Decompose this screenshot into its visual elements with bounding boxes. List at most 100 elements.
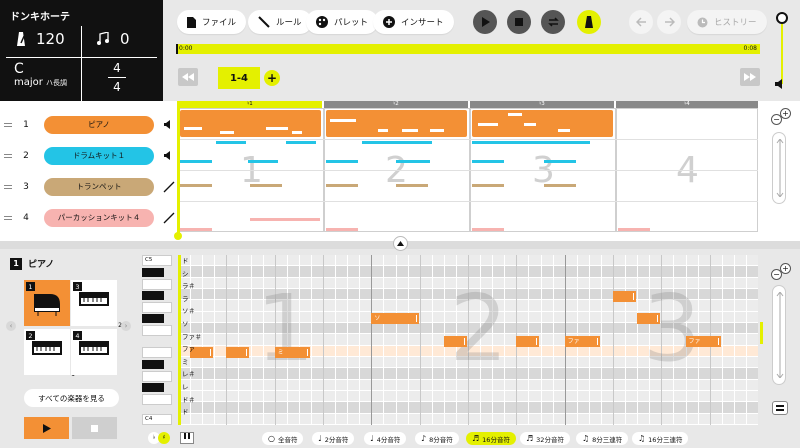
playhead-handle[interactable] — [174, 232, 182, 240]
track-instrument-button[interactable]: トランペット — [44, 177, 154, 196]
play-button[interactable] — [473, 10, 497, 34]
fast-forward-button[interactable] — [740, 68, 760, 86]
roll-note[interactable] — [516, 335, 540, 347]
track-row-1[interactable]: 1 ピアノ — [0, 109, 178, 140]
tiles-next-icon[interactable]: › — [121, 321, 131, 331]
loop-button[interactable] — [541, 10, 565, 34]
note-length-button[interactable]: ♬ 16分音符 — [466, 432, 516, 445]
bar-header-2[interactable]: ♮2 — [324, 101, 468, 108]
history-button[interactable]: ヒストリー — [687, 10, 767, 34]
playhead[interactable] — [177, 101, 180, 238]
key-selector[interactable]: C major ハ長調 — [14, 62, 67, 88]
stop-button[interactable] — [507, 10, 531, 34]
drag-handle-icon[interactable] — [4, 183, 12, 191]
roll-note[interactable]: ファ — [685, 335, 721, 347]
piano-clip-3[interactable] — [472, 110, 613, 137]
note-length-button[interactable]: ♫ 8分三連符 — [576, 432, 629, 445]
arrangement-grid[interactable]: 1 2 3 4 — [178, 108, 758, 232]
timeline-progress[interactable]: 0:00 0:08 — [176, 44, 760, 54]
note-length-button[interactable]: ○ 全音符 — [262, 432, 304, 445]
roll-note[interactable] — [226, 347, 250, 359]
trumpet-mark — [472, 184, 504, 187]
roll-note[interactable] — [443, 335, 467, 347]
collapse-button[interactable] — [393, 236, 408, 251]
volume-knob[interactable] — [776, 12, 788, 24]
tiles-prev-icon[interactable]: ‹ — [6, 321, 16, 331]
note-length-button[interactable]: ♬ 32分音符 — [520, 432, 570, 445]
redo-button[interactable] — [657, 10, 681, 34]
sharp-toggle-icon[interactable]: ♯ — [158, 432, 170, 444]
time-signature[interactable]: 4 4 — [108, 61, 126, 94]
rule-button[interactable]: ルール — [248, 10, 312, 34]
instrument-tile-2[interactable]: 2 1 — [24, 329, 75, 378]
roll-note[interactable] — [613, 290, 637, 302]
key-e-flat[interactable] — [142, 360, 164, 369]
key-a-flat[interactable] — [142, 291, 164, 300]
zoom-in-icon[interactable]: + — [780, 263, 791, 274]
note-length-button[interactable]: ♪ 8分音符 — [415, 432, 459, 445]
insert-button[interactable]: インサート — [373, 10, 454, 34]
slash-icon[interactable] — [162, 211, 176, 225]
note-length-button[interactable]: ♩ 4分音符 — [364, 432, 407, 445]
metronome-button[interactable] — [577, 10, 601, 34]
add-bar-button[interactable]: + — [264, 70, 280, 86]
preview-play-button[interactable] — [24, 417, 69, 439]
note-length-button[interactable]: ♩ 2分音符 — [312, 432, 355, 445]
speaker-icon[interactable] — [162, 149, 176, 163]
key-c[interactable] — [142, 394, 172, 405]
beat-shift-control[interactable]: 0 — [96, 30, 130, 48]
key-g-flat[interactable] — [142, 314, 164, 323]
piano-clip-2[interactable] — [326, 110, 467, 137]
tracks-vertical-scroll[interactable] — [772, 132, 786, 204]
track-row-4[interactable]: 4 パーカッションキット４ — [0, 202, 178, 233]
roll-note[interactable] — [637, 313, 661, 325]
piano-keyboard[interactable]: C5 C4 — [142, 255, 172, 425]
track-row-3[interactable]: 3 トランペット — [0, 171, 178, 202]
see-all-instruments-button[interactable]: すべての楽器を見る — [24, 389, 119, 407]
keyboard-toggle-icon[interactable] — [180, 432, 194, 444]
drag-handle-icon[interactable] — [4, 214, 12, 222]
roll-note[interactable]: ファ — [564, 335, 600, 347]
key-d[interactable] — [142, 371, 172, 382]
key-e[interactable] — [142, 347, 172, 358]
key-g[interactable] — [142, 302, 172, 313]
key-f[interactable] — [142, 325, 172, 336]
volume-rail — [781, 20, 783, 84]
slash-icon[interactable] — [162, 180, 176, 194]
drag-handle-icon[interactable] — [4, 121, 12, 129]
key-c5[interactable]: C5 — [142, 255, 172, 266]
track-instrument-button[interactable]: ピアノ — [44, 115, 154, 134]
key-b-flat[interactable] — [142, 268, 164, 277]
note-length-button[interactable]: ♫ 16分三連符 — [632, 432, 689, 445]
tempo-control[interactable]: 120 — [14, 30, 65, 48]
key-a[interactable] — [142, 279, 172, 290]
piano-view-toggle-icon[interactable] — [772, 401, 788, 415]
zoom-in-icon[interactable]: + — [780, 108, 791, 119]
instrument-tile-3[interactable]: 3 2 — [71, 280, 122, 329]
bar-header-1[interactable]: ♮1 — [178, 101, 322, 108]
bar-header-3[interactable]: ♮3 — [470, 101, 614, 108]
track-row-2[interactable]: 2 ドラムキット１ — [0, 140, 178, 171]
preview-stop-button[interactable] — [72, 417, 117, 439]
rewind-button[interactable] — [178, 68, 198, 86]
bar-header-4[interactable]: ♮4 — [616, 101, 758, 108]
palette-button[interactable]: パレット — [306, 10, 379, 34]
roll-note[interactable]: ソ — [371, 313, 419, 325]
volume-speaker-icon — [775, 79, 782, 89]
track-instrument-button[interactable]: パーカッションキット４ — [44, 208, 154, 227]
key-d-flat[interactable] — [142, 383, 164, 392]
file-button[interactable]: ファイル — [177, 10, 247, 34]
instrument-tile-1[interactable]: 1 — [24, 280, 70, 326]
roll-note[interactable]: ミ — [274, 347, 310, 359]
track-instrument-button[interactable]: ドラムキット１ — [44, 146, 154, 165]
bar-range[interactable]: 1-4 — [218, 67, 260, 89]
drag-handle-icon[interactable] — [4, 152, 12, 160]
speaker-icon[interactable] — [162, 118, 176, 132]
key-c4[interactable]: C4 — [142, 414, 172, 425]
timeline-cursor[interactable] — [176, 44, 178, 54]
roll-vertical-scroll[interactable] — [772, 285, 786, 385]
piano-clip-1[interactable] — [180, 110, 321, 137]
instrument-tile-4[interactable]: 4 — [71, 329, 117, 375]
piano-roll-grid[interactable]: 1 2 3 ミソファ ファ — [178, 255, 758, 425]
undo-button[interactable] — [629, 10, 653, 34]
